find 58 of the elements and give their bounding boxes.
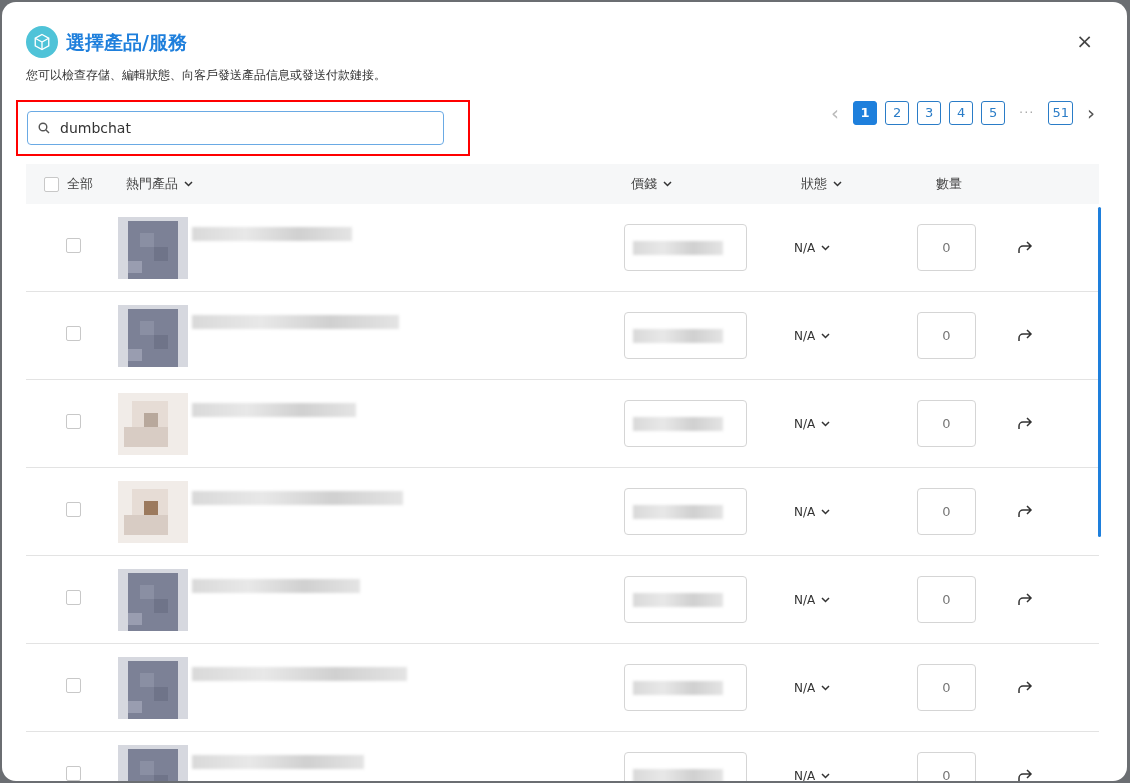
price-field[interactable] — [624, 224, 747, 271]
column-sort-button[interactable]: 狀態 — [801, 174, 842, 194]
chevron-icon — [821, 420, 831, 427]
checkbox[interactable] — [66, 325, 81, 341]
dialog-subtitle: 您可以檢查存儲、編輯狀態、向客戶發送產品信息或發送付款鏈接。 — [26, 67, 387, 84]
quantity-field[interactable]: 0 — [917, 400, 976, 447]
column-sort-button[interactable]: 價錢 — [631, 174, 672, 194]
checkbox[interactable] — [66, 677, 81, 693]
checkbox[interactable] — [66, 413, 81, 429]
checkbox[interactable] — [44, 176, 59, 192]
status-dropdown[interactable]: N/A — [794, 678, 831, 697]
page-button[interactable]: 3 — [917, 101, 942, 125]
page-button[interactable]: 4 — [949, 101, 974, 125]
quantity-field[interactable]: 0 — [917, 312, 976, 359]
page-button[interactable]: 1 — [853, 101, 878, 125]
checkbox[interactable] — [66, 589, 81, 605]
price-field[interactable] — [624, 400, 747, 447]
quantity-field[interactable]: 0 — [917, 752, 976, 781]
status-dropdown[interactable]: N/A — [794, 590, 831, 609]
column-sort-button[interactable]: 熱門產品 — [126, 174, 193, 194]
price-field[interactable] — [624, 488, 747, 535]
price-field[interactable] — [624, 576, 747, 623]
checkbox[interactable] — [66, 765, 81, 781]
chevron-icon — [663, 181, 672, 187]
next-page-button[interactable]: › — [1081, 103, 1101, 123]
page-button[interactable]: 5 — [981, 101, 1006, 125]
checkbox[interactable] — [66, 501, 81, 517]
scrollbar[interactable] — [1098, 207, 1101, 537]
search-icon — [38, 122, 50, 134]
chevron-icon — [821, 332, 831, 339]
status-dropdown[interactable]: N/A — [794, 238, 831, 257]
page-button[interactable]: 2 — [885, 101, 910, 125]
price-field[interactable] — [624, 312, 747, 359]
chevron-icon — [184, 181, 193, 187]
page-button[interactable]: 51 — [1048, 101, 1073, 125]
quantity-field[interactable]: 0 — [917, 576, 976, 623]
quantity-field[interactable]: 0 — [917, 488, 976, 535]
quantity-field[interactable]: 0 — [917, 664, 976, 711]
chevron-icon — [821, 684, 831, 691]
select-all-label: 全部 — [67, 175, 93, 194]
column-header: 數量 — [936, 176, 962, 192]
chevron-icon — [833, 181, 842, 187]
price-field[interactable] — [624, 664, 747, 711]
dialog-title: 選擇產品/服務 — [66, 29, 187, 55]
status-dropdown[interactable]: N/A — [794, 502, 831, 521]
status-dropdown[interactable]: N/A — [794, 766, 831, 781]
close-button[interactable]: × — [1070, 30, 1099, 52]
checkbox[interactable] — [66, 237, 81, 253]
pagination-ellipsis: ··· — [1018, 104, 1036, 123]
chevron-icon — [821, 596, 831, 603]
quantity-field[interactable]: 0 — [917, 224, 976, 271]
search-field[interactable]: dumbchat — [27, 111, 444, 145]
status-dropdown[interactable]: N/A — [794, 326, 831, 345]
status-dropdown[interactable]: N/A — [794, 414, 831, 433]
box-icon — [26, 26, 58, 58]
chevron-icon — [821, 772, 831, 779]
chevron-icon — [821, 508, 831, 515]
chevron-icon — [821, 244, 831, 251]
